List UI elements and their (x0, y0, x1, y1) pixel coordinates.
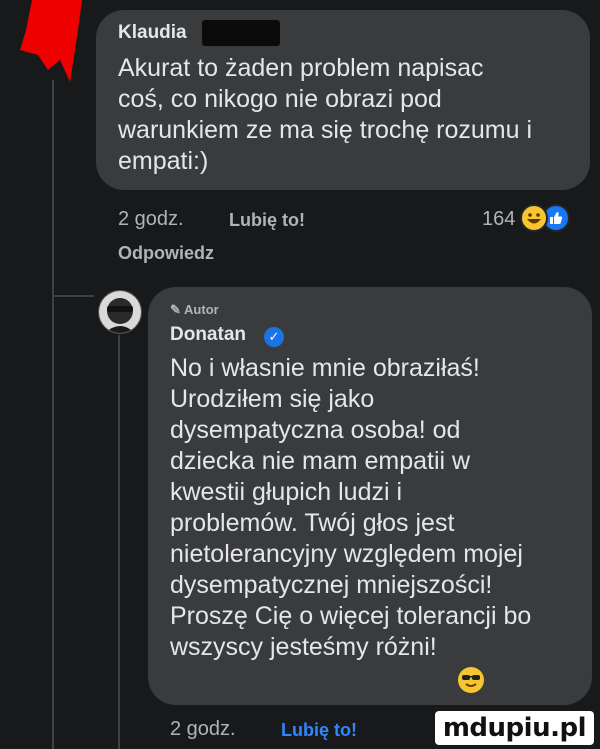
avatar-donatan[interactable] (98, 290, 142, 334)
pencil-icon: ✎ (170, 302, 185, 317)
reaction-icons[interactable] (520, 204, 570, 232)
author-tag: ✎ Autor (170, 302, 219, 318)
sunglasses-emoji-icon (458, 667, 484, 693)
comment-time: 2 godz. (118, 208, 184, 230)
thread-line-main (52, 80, 54, 749)
comment-text: Akurat to żaden problem napisac coś, co … (118, 54, 533, 175)
thread-line-reply (118, 335, 120, 749)
comment-author-name[interactable]: Klaudia (118, 22, 187, 44)
verified-icon: ✓ (264, 327, 284, 347)
thread-line-branch (52, 295, 94, 297)
like-link[interactable]: Lubię to! (229, 210, 305, 231)
redacted-surname (202, 20, 280, 46)
grinning-emoji-icon (520, 204, 548, 232)
reply-link[interactable]: Odpowiedz (118, 243, 214, 264)
comment-time: 2 godz. (170, 718, 236, 740)
comment-author-name[interactable]: Donatan (170, 324, 246, 346)
reaction-count[interactable]: 164 (482, 208, 515, 231)
avatar-klaudia[interactable] (20, 0, 82, 82)
like-link[interactable]: Lubię to! (281, 720, 357, 741)
comment-text: No i własnie mnie obraziłaś! Urodziłem s… (170, 354, 532, 661)
watermark: mdupiu.pl (434, 711, 594, 745)
author-tag-label: Autor (184, 302, 219, 317)
